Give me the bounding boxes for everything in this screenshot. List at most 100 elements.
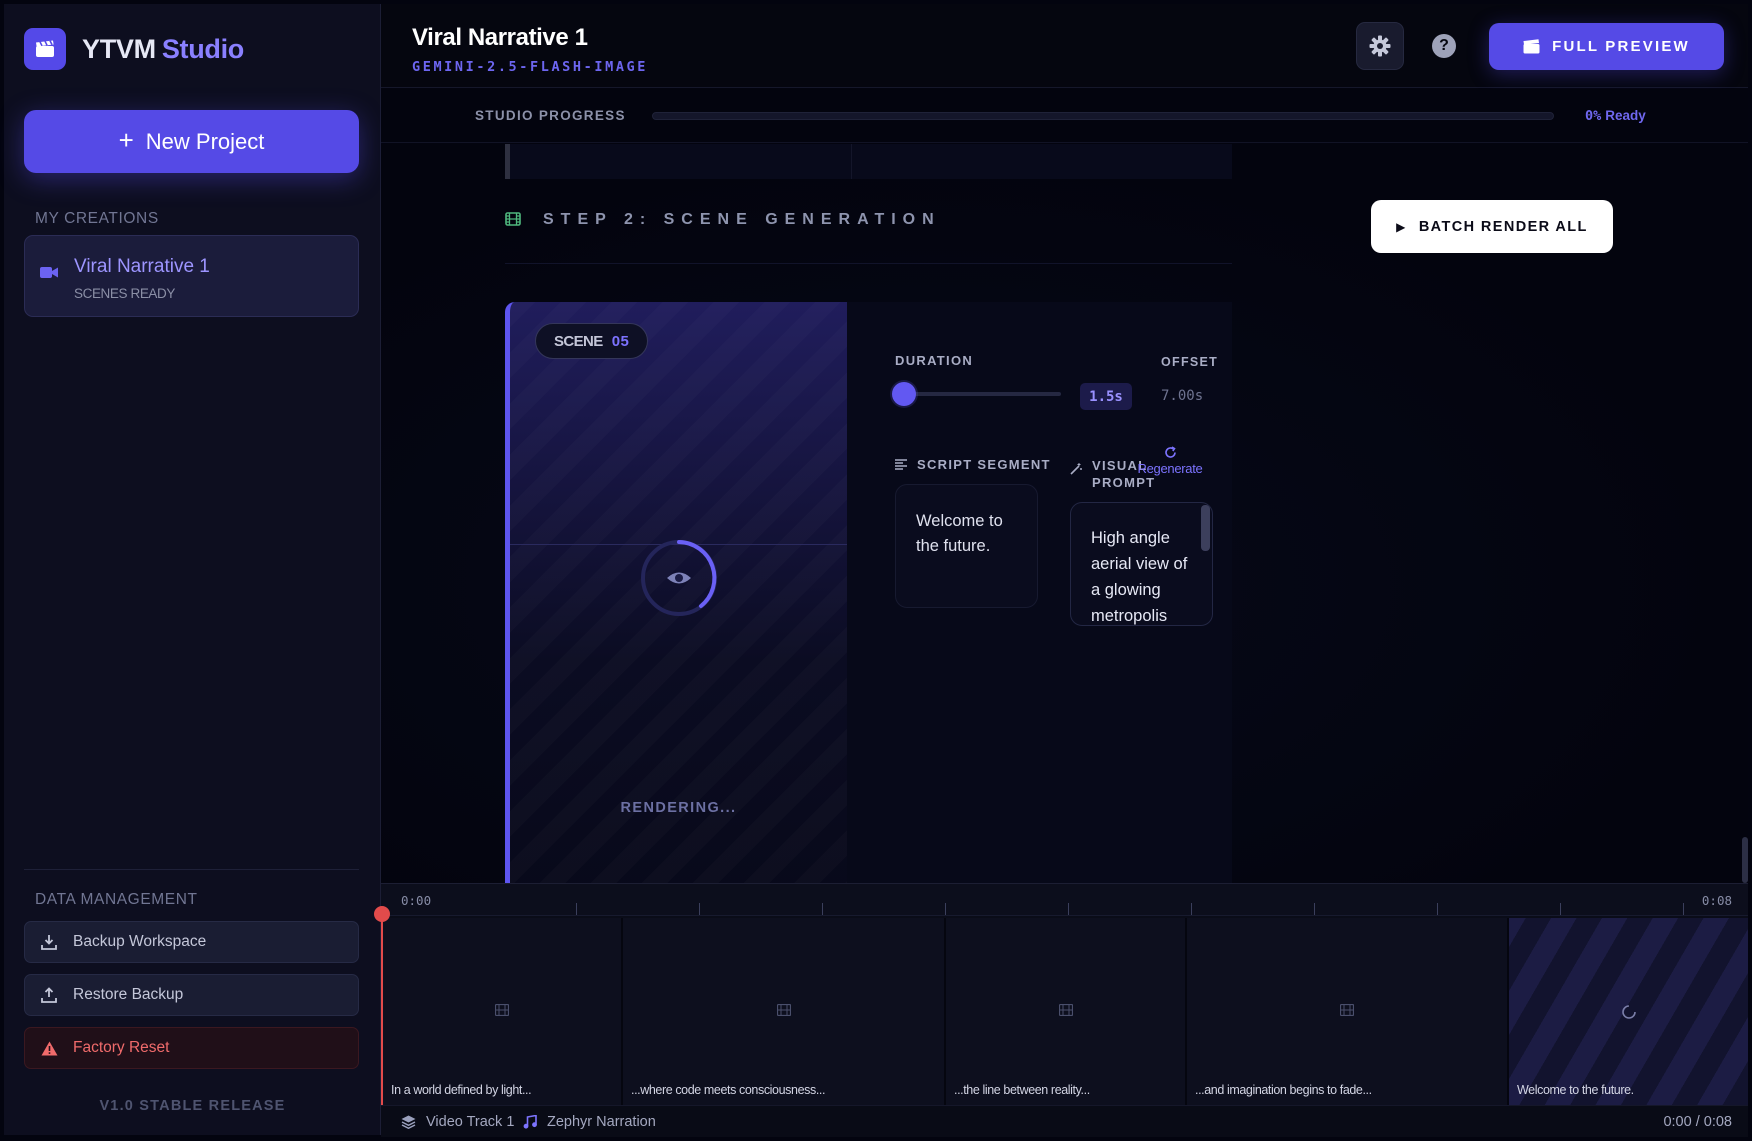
- playhead[interactable]: [381, 919, 383, 1106]
- app-logo[interactable]: YTVM Studio: [82, 34, 244, 65]
- download-icon: [41, 934, 59, 950]
- warning-icon: [41, 1041, 59, 1056]
- ruler-tick: [822, 903, 823, 915]
- scene-number: 05: [611, 332, 630, 350]
- regenerate-label: Regenerate: [1137, 461, 1203, 476]
- timeline-ruler[interactable]: 0:00 0:08: [381, 884, 1748, 916]
- timeline-start-time: 0:00: [401, 893, 432, 908]
- regenerate-button[interactable]: Regenerate: [1135, 446, 1205, 476]
- progress-label: STUDIO PROGRESS: [475, 108, 626, 123]
- previous-scene-card: [505, 144, 1232, 179]
- duration-slider-track[interactable]: [895, 392, 1061, 396]
- ruler-tick: [1683, 903, 1684, 915]
- gear-icon: [1369, 35, 1391, 57]
- scene-preview[interactable]: SCENE 05 RENDERING...: [505, 302, 847, 883]
- script-segment-text[interactable]: Welcome to the future.: [895, 484, 1038, 608]
- batch-render-button[interactable]: ▶ BATCH RENDER ALL: [1371, 200, 1613, 253]
- duration-slider-handle[interactable]: [892, 382, 916, 406]
- playhead-handle[interactable]: [374, 906, 390, 922]
- timeline[interactable]: 0:00 0:08 In a world defined by light...…: [374, 883, 1748, 1137]
- progress-percent: 0%: [1585, 108, 1602, 124]
- film-icon: [495, 1004, 509, 1016]
- film-icon: [1058, 1004, 1073, 1016]
- script-segment-heading: SCRIPT SEGMENT: [895, 457, 1051, 472]
- video-track-label[interactable]: Video Track 1: [401, 1114, 514, 1130]
- timeline-clip[interactable]: ...where code meets consciousness...: [623, 918, 946, 1105]
- app-name-accent: Studio: [161, 34, 244, 64]
- project-status: SCENES READY: [74, 286, 175, 301]
- video-camera-icon: [40, 266, 58, 284]
- duration-label: DURATION: [895, 353, 974, 368]
- rendering-spinner: [639, 538, 719, 623]
- timeline-footer: Video Track 1 Zephyr Narration 0:00 / 0:…: [381, 1105, 1748, 1137]
- clapperboard-icon: [24, 28, 66, 70]
- my-creations-heading: MY CREATIONS: [35, 210, 159, 227]
- project-name: Viral Narrative 1: [74, 256, 210, 277]
- loading-icon: [1621, 1004, 1637, 1020]
- workspace-scrollbar[interactable]: [1742, 837, 1748, 883]
- sidebar-divider: [24, 869, 359, 870]
- timeline-clip[interactable]: ...the line between reality...: [946, 918, 1187, 1105]
- step-header: STEP 2: SCENE GENERATION: [505, 194, 1232, 264]
- scene-badge-label: SCENE: [554, 332, 603, 350]
- visual-prompt-text[interactable]: High angle aerial view of a glowing metr…: [1070, 502, 1213, 626]
- film-icon: [1340, 1004, 1354, 1016]
- upload-icon: [41, 987, 59, 1003]
- layers-icon: [401, 1115, 416, 1129]
- refresh-icon: [1135, 446, 1205, 459]
- project-item[interactable]: Viral Narrative 1 SCENES READY: [24, 235, 359, 317]
- audio-track-label[interactable]: Zephyr Narration: [523, 1114, 656, 1130]
- ruler-tick: [699, 903, 700, 915]
- magic-wand-icon: [1070, 463, 1082, 475]
- ruler-tick: [1314, 903, 1315, 915]
- clip-caption: ...and imagination begins to fade...: [1195, 1083, 1372, 1097]
- factory-reset-button[interactable]: Factory Reset: [24, 1027, 359, 1069]
- settings-button[interactable]: [1356, 22, 1404, 70]
- visual-prompt-label-line2: PROMPT: [1092, 475, 1156, 490]
- full-preview-button[interactable]: FULL PREVIEW: [1489, 23, 1724, 70]
- text-lines-icon: [895, 459, 907, 470]
- clapperboard-icon: [1523, 39, 1540, 54]
- duration-value: 1.5s: [1080, 383, 1132, 410]
- film-icon: [505, 212, 521, 226]
- film-icon: [776, 1004, 791, 1016]
- new-project-label: New Project: [145, 128, 265, 154]
- timeline-clip[interactable]: In a world defined by light...: [383, 918, 623, 1105]
- scene-controls: DURATION OFFSET 1.5s 7.00s SCRIPT SEGMEN…: [847, 302, 1232, 883]
- script-segment-label: SCRIPT SEGMENT: [917, 457, 1051, 472]
- scene-badge: SCENE 05: [535, 323, 649, 359]
- page-title: Viral Narrative 1: [412, 24, 588, 51]
- scene-card: SCENE 05 RENDERING... DURATION OFFSET 1.5…: [505, 302, 1232, 883]
- rendering-status: RENDERING...: [620, 800, 737, 816]
- ruler-tick: [1560, 903, 1561, 915]
- clip-caption: ...the line between reality...: [954, 1083, 1090, 1097]
- model-name: GEMINI-2.5-FLASH-IMAGE: [412, 59, 649, 75]
- new-project-button[interactable]: + New Project: [24, 110, 359, 173]
- timeline-clip-active[interactable]: Welcome to the future.: [1509, 918, 1748, 1105]
- offset-value: 7.00s: [1161, 388, 1204, 404]
- timeline-end-time: 0:08: [1701, 893, 1732, 908]
- batch-render-label: BATCH RENDER ALL: [1418, 218, 1588, 235]
- restore-backup-button[interactable]: Restore Backup: [24, 974, 359, 1016]
- visual-prompt-scrollbar[interactable]: [1201, 505, 1210, 551]
- progress-bar: [652, 112, 1554, 120]
- factory-reset-label: Factory Reset: [73, 1039, 170, 1056]
- eye-icon: [667, 572, 691, 584]
- backup-workspace-label: Backup Workspace: [73, 933, 207, 950]
- sidebar: YTVM Studio + New Project MY CREATIONS Vi…: [4, 4, 381, 1135]
- ruler-tick: [1068, 903, 1069, 915]
- full-preview-label: FULL PREVIEW: [1552, 38, 1690, 55]
- ruler-tick: [576, 903, 577, 915]
- timeline-clip[interactable]: ...and imagination begins to fade...: [1187, 918, 1509, 1105]
- scene-workspace[interactable]: STEP 2: SCENE GENERATION ▶ BATCH RENDER …: [381, 144, 1748, 883]
- header: Viral Narrative 1 GEMINI-2.5-FLASH-IMAGE…: [381, 4, 1748, 88]
- progress-ready-text: Ready: [1605, 108, 1646, 123]
- time-readout: 0:00 / 0:08: [1663, 1114, 1732, 1130]
- help-icon[interactable]: ?: [1432, 34, 1456, 58]
- video-track-text: Video Track 1: [426, 1114, 515, 1130]
- backup-workspace-button[interactable]: Backup Workspace: [24, 921, 359, 963]
- data-management-heading: DATA MANAGEMENT: [35, 891, 198, 908]
- visual-prompt-content: High angle aerial view of a glowing metr…: [1091, 529, 1188, 625]
- restore-backup-label: Restore Backup: [73, 986, 184, 1003]
- studio-progress: STUDIO PROGRESS 0% Ready: [381, 89, 1748, 143]
